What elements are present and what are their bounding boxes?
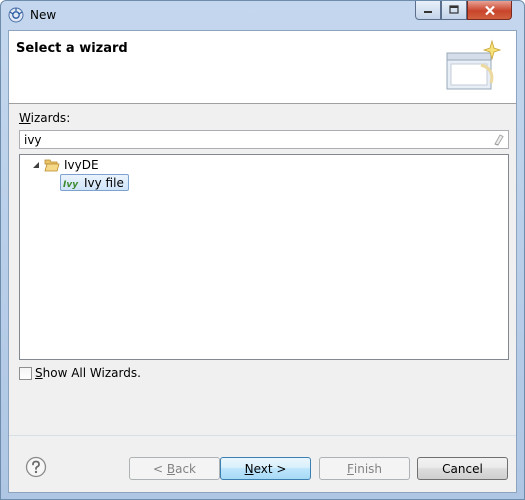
cancel-label: Cancel [442, 461, 483, 476]
close-icon [484, 5, 495, 15]
wizards-mnemonic: W [19, 111, 31, 125]
back-prefix: < [152, 461, 167, 476]
show-all-wizards-checkbox[interactable] [19, 366, 32, 380]
wizard-tree[interactable]: IvyDE Ivy Ivy file [19, 154, 509, 360]
help-icon[interactable] [25, 456, 47, 478]
maximize-icon [449, 5, 459, 14]
new-wizard-dialog: New Select a wizard Wizards: ivy IvyDE I… [0, 0, 525, 500]
finish-mnemonic: F [346, 461, 354, 476]
eclipse-app-icon [8, 7, 24, 23]
new-wizard-banner-icon [446, 39, 501, 90]
wizards-label: Wizards: [19, 111, 70, 125]
ivy-file-icon: Ivy [63, 180, 79, 189]
dialog-client-area: Select a wizard Wizards: ivy IvyDE Ivy I… [8, 30, 517, 493]
show-all-wizards-option[interactable]: Show All Wizards. [19, 366, 141, 380]
back-button[interactable]: < Back [129, 457, 220, 480]
finish-rest: inish [353, 461, 383, 476]
show-all-label-rest: how All Wizards. [42, 366, 141, 380]
next-mnemonic: N [244, 461, 254, 476]
banner-title: Select a wizard [16, 41, 128, 56]
window-title: New [30, 8, 57, 22]
minimize-icon [424, 11, 432, 13]
wizards-label-rest: izards: [30, 111, 71, 125]
minimize-button[interactable] [415, 1, 441, 20]
ivy-icon-text: Ivy [63, 180, 79, 189]
clear-filter-icon[interactable] [492, 133, 504, 146]
tree-item-ivy-file-label: Ivy file [84, 175, 124, 190]
next-rest: ext > [253, 461, 287, 476]
wizard-filter-input[interactable] [20, 131, 484, 148]
back-rest: ack [175, 461, 196, 476]
tree-expanded-icon[interactable] [32, 161, 41, 170]
wizard-banner: Select a wizard [9, 31, 516, 104]
tree-item-ivy-file[interactable]: Ivy Ivy file [60, 174, 129, 191]
title-bar[interactable]: New [1, 1, 524, 29]
cancel-button[interactable]: Cancel [417, 457, 508, 480]
show-all-mnemonic: S [35, 366, 43, 380]
wizard-filter-field[interactable] [19, 130, 509, 149]
back-mnemonic: B [166, 461, 176, 476]
finish-button[interactable]: Finish [319, 457, 410, 480]
close-button[interactable] [467, 1, 512, 20]
maximize-button[interactable] [441, 1, 467, 20]
next-button[interactable]: Next > [220, 457, 311, 480]
button-bar-separator [9, 435, 516, 436]
tree-item-ivyde[interactable]: IvyDE [64, 158, 99, 172]
open-folder-icon [44, 159, 60, 172]
